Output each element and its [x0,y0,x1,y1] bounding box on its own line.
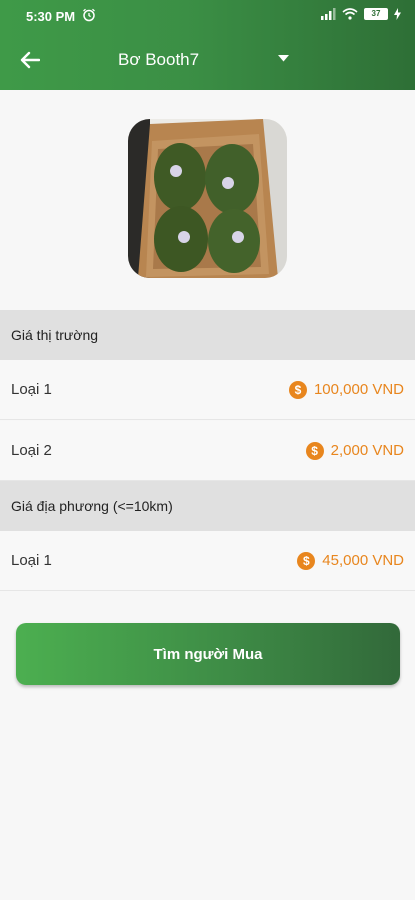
price-text: 45,000 VND [322,552,404,569]
battery-indicator: 37 [364,8,388,20]
dollar-coin-icon: $ [305,441,324,460]
price-text: 2,000 VND [330,442,404,459]
price-value: $ 100,000 VND [288,380,404,399]
dollar-coin-icon: $ [297,551,316,570]
wifi-icon [342,8,358,20]
find-buyer-label: Tìm người Mua [153,645,263,663]
charging-icon [394,8,401,20]
section-title: Giá thị trường [11,327,99,343]
price-text: 100,000 VND [313,381,404,398]
arrow-left-icon [20,51,40,69]
market-price-header: Giá thị trường [0,310,415,360]
price-value: $ 2,000 VND [305,441,404,460]
signal-icon [321,8,336,20]
booth-selector[interactable]: Bơ Booth7 [118,30,298,90]
dollar-coin-icon: $ [288,380,307,399]
grade-label: Loại 1 [11,552,52,569]
find-buyer-button[interactable]: Tìm người Mua [16,623,400,685]
app-bar: Bơ Booth7 [0,30,415,90]
page-title: Bơ Booth7 [118,50,200,69]
market-price-row: Loại 2 $ 2,000 VND [0,421,415,481]
local-price-header: Giá địa phương (<=10km) [0,481,415,531]
status-bar: 5:30 PM 37 [0,0,415,30]
price-value: $ 45,000 VND [297,551,404,570]
status-indicators: 37 [321,8,401,20]
local-price-row: Loại 1 $ 45,000 VND [0,531,415,591]
product-image [128,119,287,278]
caret-down-icon [278,55,289,62]
alarm-icon [83,8,95,22]
status-time: 5:30 PM [26,9,76,24]
avocado-box-photo [128,119,287,278]
grade-label: Loại 1 [11,381,52,398]
section-title: Giá địa phương (<=10km) [11,498,173,514]
grade-label: Loại 2 [11,442,52,459]
market-price-row: Loại 1 $ 100,000 VND [0,360,415,420]
back-button[interactable] [12,42,48,78]
